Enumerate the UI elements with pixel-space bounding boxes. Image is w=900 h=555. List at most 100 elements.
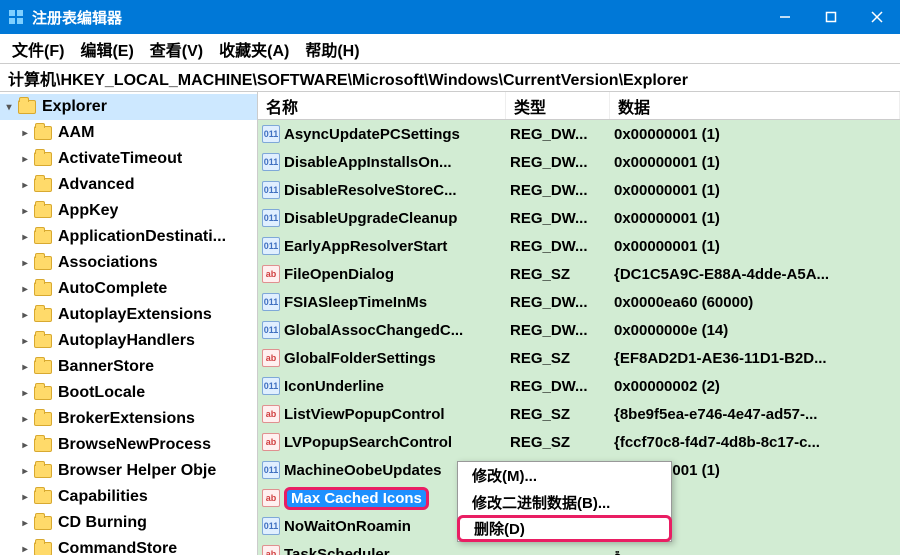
column-header-name[interactable]: 名称	[258, 92, 506, 119]
menu-edit[interactable]: 编辑(E)	[74, 35, 139, 63]
minimize-button[interactable]	[762, 0, 808, 34]
chevron-right-icon[interactable]: ▸	[18, 490, 32, 504]
tree-node[interactable]: ▸CD Burning	[0, 510, 257, 536]
tree-node[interactable]: ▸Browser Helper Obje	[0, 458, 257, 484]
list-item[interactable]: abTaskSchedulerة	[258, 540, 900, 555]
ctxmenu-delete[interactable]: 删除(D)	[457, 515, 672, 542]
folder-icon	[34, 282, 52, 296]
address-bar[interactable]: 计算机\HKEY_LOCAL_MACHINE\SOFTWARE\Microsof…	[0, 64, 900, 92]
folder-icon	[34, 204, 52, 218]
chevron-down-icon[interactable]: ▾	[2, 100, 16, 114]
tree-node[interactable]: ▸BootLocale	[0, 380, 257, 406]
list-header: 名称 类型 数据	[258, 92, 900, 120]
value-data: 0x0000000e (14)	[610, 322, 900, 339]
column-header-data[interactable]: 数据	[610, 92, 900, 119]
folder-icon	[18, 100, 36, 114]
ctxmenu-modify[interactable]: 修改(M)...	[458, 462, 671, 489]
chevron-right-icon[interactable]: ▸	[18, 438, 32, 452]
chevron-right-icon[interactable]: ▸	[18, 308, 32, 322]
list-item[interactable]: 011AsyncUpdatePCSettingsREG_DW...0x00000…	[258, 120, 900, 148]
tree-node[interactable]: ▸Advanced	[0, 172, 257, 198]
list-item[interactable]: abFileOpenDialogREG_SZ{DC1C5A9C-E88A-4dd…	[258, 260, 900, 288]
list-item[interactable]: 011GlobalAssocChangedC...REG_DW...0x0000…	[258, 316, 900, 344]
tree-label: Explorer	[42, 98, 107, 116]
tree-node[interactable]: ▸BrokerExtensions	[0, 406, 257, 432]
context-menu: 修改(M)... 修改二进制数据(B)... 删除(D)	[457, 461, 672, 542]
folder-icon	[34, 490, 52, 504]
value-bin-icon: 011	[262, 125, 280, 143]
chevron-right-icon[interactable]: ▸	[18, 178, 32, 192]
folder-icon	[34, 464, 52, 478]
tree-node[interactable]: ▸ CommandStore	[0, 536, 257, 555]
chevron-right-icon[interactable]: ▸	[18, 360, 32, 374]
menu-favorites[interactable]: 收藏夹(A)	[213, 35, 295, 63]
value-data: {DC1C5A9C-E88A-4dde-A5A...	[610, 266, 900, 283]
close-button[interactable]	[854, 0, 900, 34]
tree-pane: ▾ Explorer ▸AAM▸ActivateTimeout▸Advanced…	[0, 92, 258, 555]
chevron-right-icon[interactable]: ▸	[18, 152, 32, 166]
tree-label: AppKey	[58, 202, 118, 220]
list-item[interactable]: abListViewPopupControlREG_SZ{8be9f5ea-e7…	[258, 400, 900, 428]
menu-view[interactable]: 查看(V)	[144, 35, 209, 63]
menu-file[interactable]: 文件(F)	[6, 35, 70, 63]
folder-icon	[34, 256, 52, 270]
list-item[interactable]: 011DisableAppInstallsOn...REG_DW...0x000…	[258, 148, 900, 176]
value-data: {EF8AD2D1-AE36-11D1-B2D...	[610, 350, 900, 367]
tree-node[interactable]: ▸AutoplayExtensions	[0, 302, 257, 328]
column-header-type[interactable]: 类型	[506, 92, 610, 119]
folder-icon	[34, 152, 52, 166]
chevron-right-icon[interactable]: ▸	[18, 126, 32, 140]
value-type: REG_DW...	[506, 154, 610, 171]
list-item[interactable]: 011IconUnderlineREG_DW...0x00000002 (2)	[258, 372, 900, 400]
value-type: REG_DW...	[506, 210, 610, 227]
tree-node[interactable]: ▸ AutoComplete	[0, 276, 257, 302]
tree-node[interactable]: ▸Associations	[0, 250, 257, 276]
value-type: REG_DW...	[506, 238, 610, 255]
value-type: REG_DW...	[506, 378, 610, 395]
tree-node[interactable]: ▸AAM	[0, 120, 257, 146]
tree-node[interactable]: ▸ApplicationDestinati...	[0, 224, 257, 250]
list-item[interactable]: 011FSIASleepTimeInMsREG_DW...0x0000ea60 …	[258, 288, 900, 316]
value-data: 0x00000002 (2)	[610, 378, 900, 395]
chevron-right-icon[interactable]: ▸	[18, 204, 32, 218]
main-pane: ▾ Explorer ▸AAM▸ActivateTimeout▸Advanced…	[0, 92, 900, 555]
tree-node[interactable]: ▸AutoplayHandlers	[0, 328, 257, 354]
tree-label: BannerStore	[58, 358, 154, 376]
chevron-right-icon[interactable]: ▸	[18, 334, 32, 348]
tree-label: CommandStore	[58, 540, 177, 555]
ctxmenu-modify-binary[interactable]: 修改二进制数据(B)...	[458, 489, 671, 516]
tree-node[interactable]: ▸ AppKey	[0, 198, 257, 224]
list-item[interactable]: 011EarlyAppResolverStartREG_DW...0x00000…	[258, 232, 900, 260]
value-name: AsyncUpdatePCSettings	[284, 126, 460, 143]
list-item[interactable]: abGlobalFolderSettingsREG_SZ{EF8AD2D1-AE…	[258, 344, 900, 372]
tree-node[interactable]: ▸ Capabilities	[0, 484, 257, 510]
chevron-right-icon[interactable]: ▸	[18, 516, 32, 530]
value-name: DisableUpgradeCleanup	[284, 210, 457, 227]
chevron-right-icon[interactable]: ▸	[18, 230, 32, 244]
value-str-icon: ab	[262, 433, 280, 451]
maximize-button[interactable]	[808, 0, 854, 34]
chevron-right-icon[interactable]: ▸	[18, 542, 32, 555]
menu-help[interactable]: 帮助(H)	[299, 35, 365, 63]
value-name: GlobalFolderSettings	[284, 350, 436, 367]
tree-node-explorer[interactable]: ▾ Explorer	[0, 94, 257, 120]
value-data: 0x00000001 (1)	[610, 182, 900, 199]
tree-node[interactable]: ▸BrowseNewProcess	[0, 432, 257, 458]
list-item[interactable]: 011DisableResolveStoreC...REG_DW...0x000…	[258, 176, 900, 204]
app-icon	[8, 9, 24, 25]
value-type: REG_DW...	[506, 322, 610, 339]
chevron-right-icon[interactable]: ▸	[18, 386, 32, 400]
chevron-right-icon[interactable]: ▸	[18, 256, 32, 270]
tree-label: Capabilities	[58, 488, 148, 506]
value-name: IconUnderline	[284, 378, 384, 395]
chevron-right-icon[interactable]: ▸	[18, 464, 32, 478]
value-name: GlobalAssocChangedC...	[284, 322, 463, 339]
list-item[interactable]: abLVPopupSearchControlREG_SZ{fccf70c8-f4…	[258, 428, 900, 456]
list-item[interactable]: 011DisableUpgradeCleanupREG_DW...0x00000…	[258, 204, 900, 232]
tree-node[interactable]: ▸ BannerStore	[0, 354, 257, 380]
chevron-right-icon[interactable]: ▸	[18, 282, 32, 296]
tree-node[interactable]: ▸ActivateTimeout	[0, 146, 257, 172]
tree-label: AutoComplete	[58, 280, 167, 298]
chevron-right-icon[interactable]: ▸	[18, 412, 32, 426]
value-bin-icon: 011	[262, 461, 280, 479]
